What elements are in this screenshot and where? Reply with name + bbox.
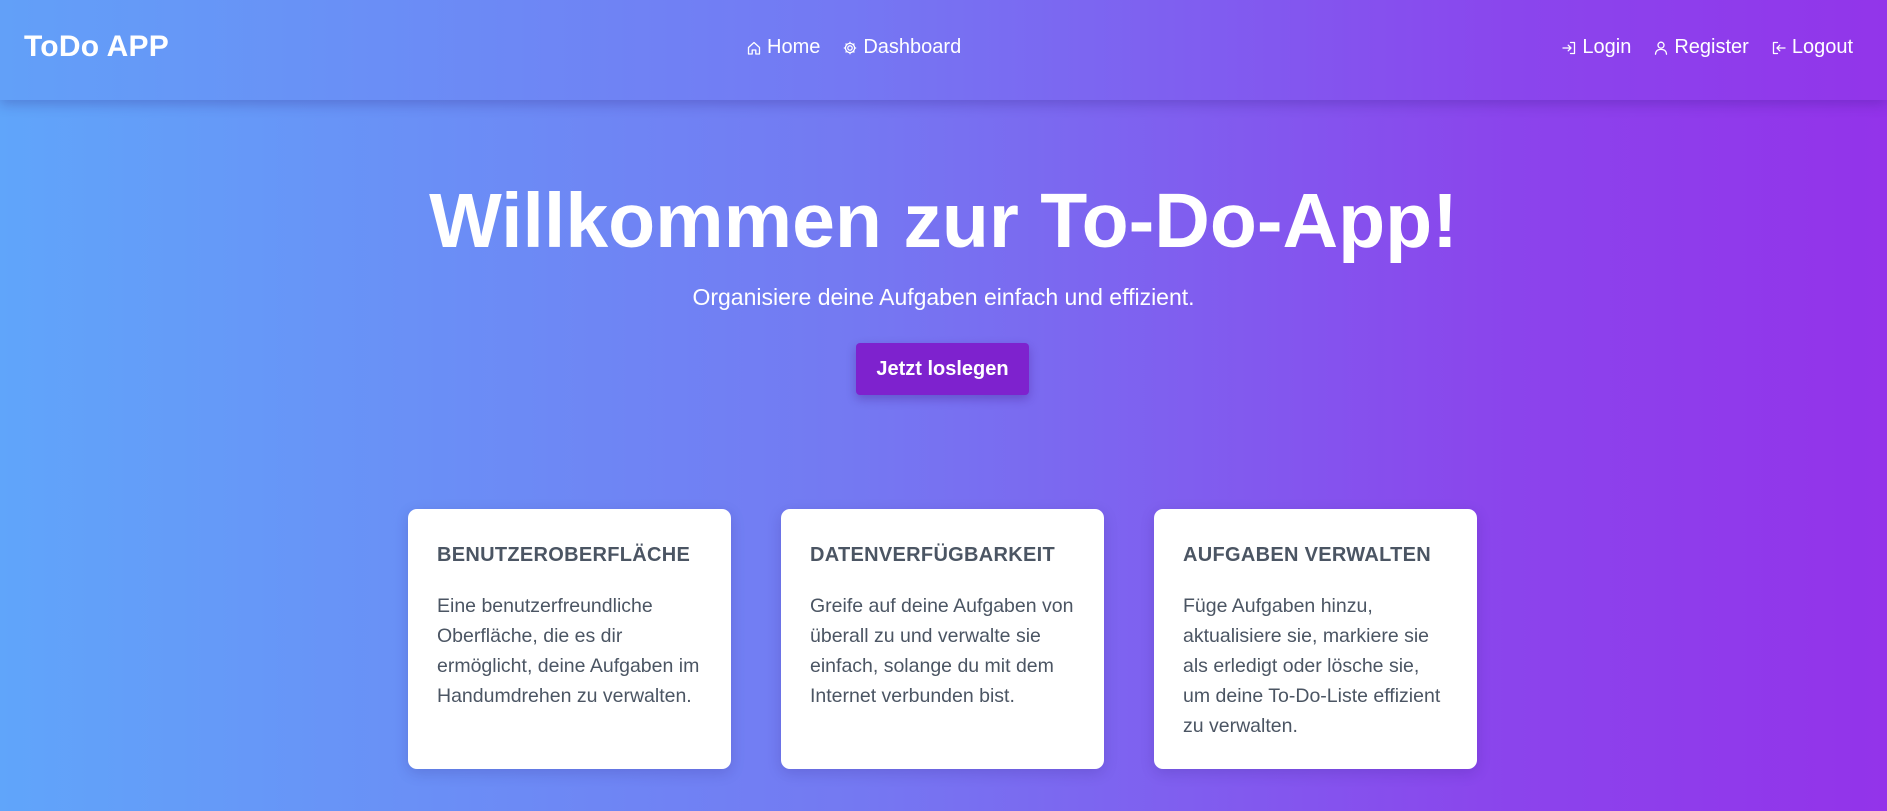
feature-card-text: Greife auf deine Aufgaben von überall zu… xyxy=(810,595,1074,707)
nav-link-home[interactable]: Home xyxy=(746,36,820,59)
brand-logo[interactable]: ToDo APP xyxy=(24,30,169,64)
feature-card-text: Füge Aufgaben hinzu, aktualisiere sie, m… xyxy=(1183,595,1441,737)
top-navbar: ToDo APP Home Dashboard Login Register L… xyxy=(0,0,1887,100)
gear-icon xyxy=(842,40,858,56)
user-icon xyxy=(1653,40,1669,56)
feature-card-manage-tasks: AUFGABEN VERWALTEN Füge Aufgaben hinzu, … xyxy=(1154,509,1477,769)
main-nav: Home Dashboard xyxy=(746,36,961,59)
nav-link-logout[interactable]: Logout xyxy=(1771,36,1853,59)
feature-card-title: DATENVERFÜGBARKEIT xyxy=(810,544,1056,566)
feature-card-user-interface: BENUTZEROBERFLÄCHE Eine benutzerfreundli… xyxy=(408,509,731,769)
get-started-button[interactable]: Jetzt loslegen xyxy=(856,343,1029,395)
nav-link-dashboard-label: Dashboard xyxy=(863,36,962,58)
hero-subtitle: Organisiere deine Aufgaben einfach und e… xyxy=(692,284,1195,310)
nav-link-register-label: Register xyxy=(1674,36,1749,58)
nav-link-register[interactable]: Register xyxy=(1653,36,1749,59)
nav-link-login-label: Login xyxy=(1582,36,1632,58)
nav-link-home-label: Home xyxy=(767,36,821,58)
feature-card-data-availability: DATENVERFÜGBARKEIT Greife auf deine Aufg… xyxy=(781,509,1104,769)
login-icon xyxy=(1561,40,1577,56)
nav-link-login[interactable]: Login xyxy=(1561,36,1631,59)
auth-nav: Login Register Logout xyxy=(1561,36,1853,59)
feature-card-title: BENUTZEROBERFLÄCHE xyxy=(437,544,691,566)
nav-link-dashboard[interactable]: Dashboard xyxy=(842,36,961,59)
nav-link-logout-label: Logout xyxy=(1791,36,1853,58)
hero-title: Willkommen zur To-Do-App! xyxy=(429,178,1458,264)
home-icon xyxy=(746,40,762,56)
feature-card-text: Eine benutzerfreundliche Oberfläche, die… xyxy=(437,595,700,707)
logout-icon xyxy=(1771,40,1787,56)
feature-card-title: AUFGABEN VERWALTEN xyxy=(1183,544,1431,566)
